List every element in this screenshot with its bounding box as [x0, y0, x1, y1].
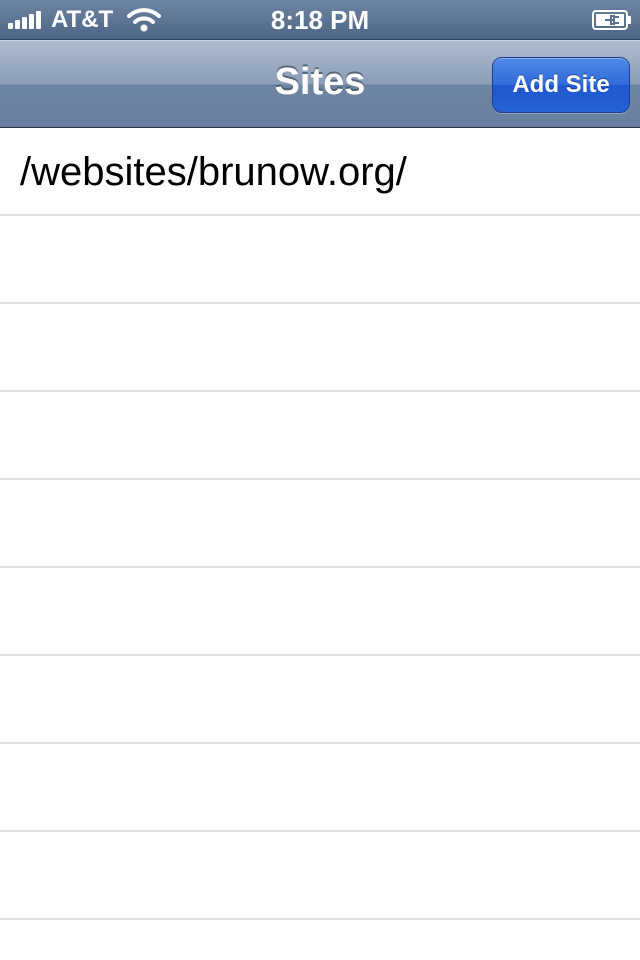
table-row-empty	[0, 392, 640, 480]
table-row-empty	[0, 744, 640, 832]
status-bar: AT&T 8:18 PM	[0, 0, 640, 40]
table-row-empty	[0, 216, 640, 304]
screen: AT&T 8:18 PM Sites Add Site /websites/br…	[0, 0, 640, 960]
site-path-label: /websites/brunow.org/	[20, 150, 407, 194]
table-row-empty	[0, 832, 640, 920]
add-site-button[interactable]: Add Site	[492, 57, 630, 113]
table-row-empty	[0, 480, 640, 568]
navigation-bar: Sites Add Site	[0, 40, 640, 128]
battery-charging-icon	[592, 10, 631, 30]
table-row-empty	[0, 304, 640, 392]
sites-table: /websites/brunow.org/	[0, 128, 640, 920]
table-row-empty	[0, 656, 640, 744]
table-row-site[interactable]: /websites/brunow.org/	[0, 128, 640, 216]
table-row-empty	[0, 568, 640, 656]
status-time: 8:18 PM	[270, 5, 370, 35]
